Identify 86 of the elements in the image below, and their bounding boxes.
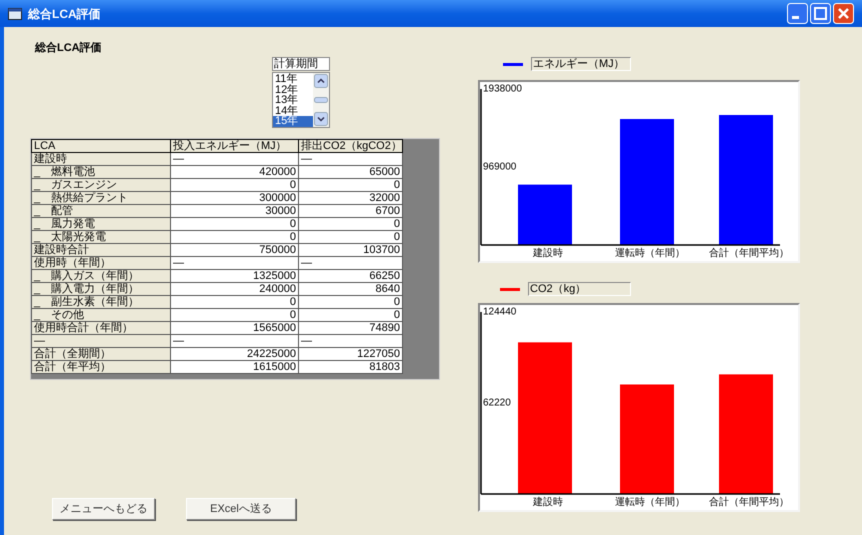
table-cell: 32000	[298, 192, 402, 204]
row-label: _ 購入電力（年間）	[32, 282, 170, 296]
row-label: —	[32, 334, 170, 348]
row-label: 使用時合計（年間）	[32, 322, 170, 334]
row-label: _ 購入ガス（年間）	[32, 270, 170, 282]
table-cell: 0	[298, 178, 402, 192]
row-label: 建設時	[32, 152, 170, 166]
table-cell: 0	[170, 308, 298, 322]
category-label: 合計（年間平均）	[709, 497, 789, 508]
window-title: 総合LCA評価	[28, 6, 101, 22]
table-cell: 300000	[170, 192, 298, 204]
table-cell: 0	[298, 296, 402, 308]
table-cell: 65000	[298, 166, 402, 178]
period-option[interactable]: 12年	[273, 84, 313, 95]
table-cell: —	[298, 256, 402, 270]
table-cell: 24225000	[170, 348, 298, 360]
action-button[interactable]: EXcelへ送る	[186, 498, 296, 520]
table-cell: 0	[298, 218, 402, 230]
legend-label: CO2（kg）	[528, 282, 631, 296]
period-label: 計算期間	[272, 57, 330, 71]
scroll-thumb-icon[interactable]	[314, 97, 328, 103]
row-label: 合計（年平均）	[32, 360, 170, 374]
table-cell: —	[170, 256, 298, 270]
row-label: _ ガスエンジン	[32, 178, 170, 192]
row-label: _ 配管	[32, 204, 170, 218]
table-cell: 1227050	[298, 348, 402, 360]
axis-tick-label: 1938000	[483, 84, 522, 94]
category-label: 合計（年間平均）	[709, 248, 789, 259]
scrollbar[interactable]	[313, 73, 329, 127]
minimize-icon[interactable]	[787, 3, 808, 24]
row-label: _ 太陽光発電	[32, 230, 170, 244]
row-label: _ 副生水素（年間）	[32, 296, 170, 308]
category-label: 運転時（年間）	[615, 248, 685, 259]
row-label: 使用時（年間）	[32, 256, 170, 270]
table-cell: 66250	[298, 270, 402, 282]
table-cell: 0	[170, 296, 298, 308]
table-cell: 103700	[298, 244, 402, 256]
table-cell: 750000	[170, 244, 298, 256]
period-listbox[interactable]: 11年 12年 13年 14年 15年	[272, 72, 330, 128]
scroll-down-icon[interactable]	[314, 112, 328, 126]
table-cell: 0	[170, 230, 298, 244]
row-label: 合計（全期間）	[32, 348, 170, 360]
column-header: 投入エネルギー（MJ）	[170, 140, 298, 152]
row-label: 建設時合計	[32, 244, 170, 256]
table-cell: 6700	[298, 204, 402, 218]
bar	[518, 184, 572, 245]
maximize-icon[interactable]	[810, 3, 831, 24]
table-cell: 81803	[298, 360, 402, 374]
table-cell: 1325000	[170, 270, 298, 282]
table-cell: —	[170, 152, 298, 166]
table-cell: —	[298, 334, 402, 348]
table-cell: —	[170, 334, 298, 348]
legend-label: エネルギー（MJ）	[531, 57, 631, 71]
axis-tick-label: 124440	[483, 306, 516, 318]
table-cell: 1565000	[170, 322, 298, 334]
category-label: 建設時	[533, 497, 563, 508]
window-icon	[8, 8, 22, 20]
period-option[interactable]: 11年	[273, 74, 313, 84]
period-option[interactable]: 14年	[273, 106, 313, 116]
table-cell: 0	[170, 178, 298, 192]
row-label: _ その他	[32, 308, 170, 322]
table-cell: 0	[298, 308, 402, 322]
column-header: LCA	[32, 140, 170, 152]
axis-tick-label: 62220	[483, 398, 511, 408]
period-option[interactable]: 15年	[273, 116, 313, 126]
scroll-up-icon[interactable]	[314, 74, 328, 88]
table-cell: 0	[170, 218, 298, 230]
form-heading: 総合LCA評価	[35, 41, 103, 55]
period-option[interactable]: 13年	[273, 95, 313, 106]
table-cell: 0	[298, 230, 402, 244]
close-icon[interactable]	[833, 3, 854, 24]
row-label: _ 熱供給プラント	[32, 192, 170, 204]
table-cell: 240000	[170, 282, 298, 296]
category-label: 建設時	[533, 248, 563, 259]
column-header: 排出CO2（kgCO2）	[298, 140, 402, 152]
table-cell: —	[298, 152, 402, 166]
table-cell: 8640	[298, 282, 402, 296]
table-cell: 1615000	[170, 360, 298, 374]
category-label: 運転時（年間）	[615, 497, 685, 508]
table-cell: 30000	[170, 204, 298, 218]
row-label: _ 燃料電池	[32, 166, 170, 178]
action-button[interactable]: メニューへもどる	[52, 498, 155, 520]
table-cell: 74890	[298, 322, 402, 334]
axis-tick-label: 969000	[483, 162, 516, 172]
table-cell: 420000	[170, 166, 298, 178]
row-label: _ 風力発電	[32, 218, 170, 230]
